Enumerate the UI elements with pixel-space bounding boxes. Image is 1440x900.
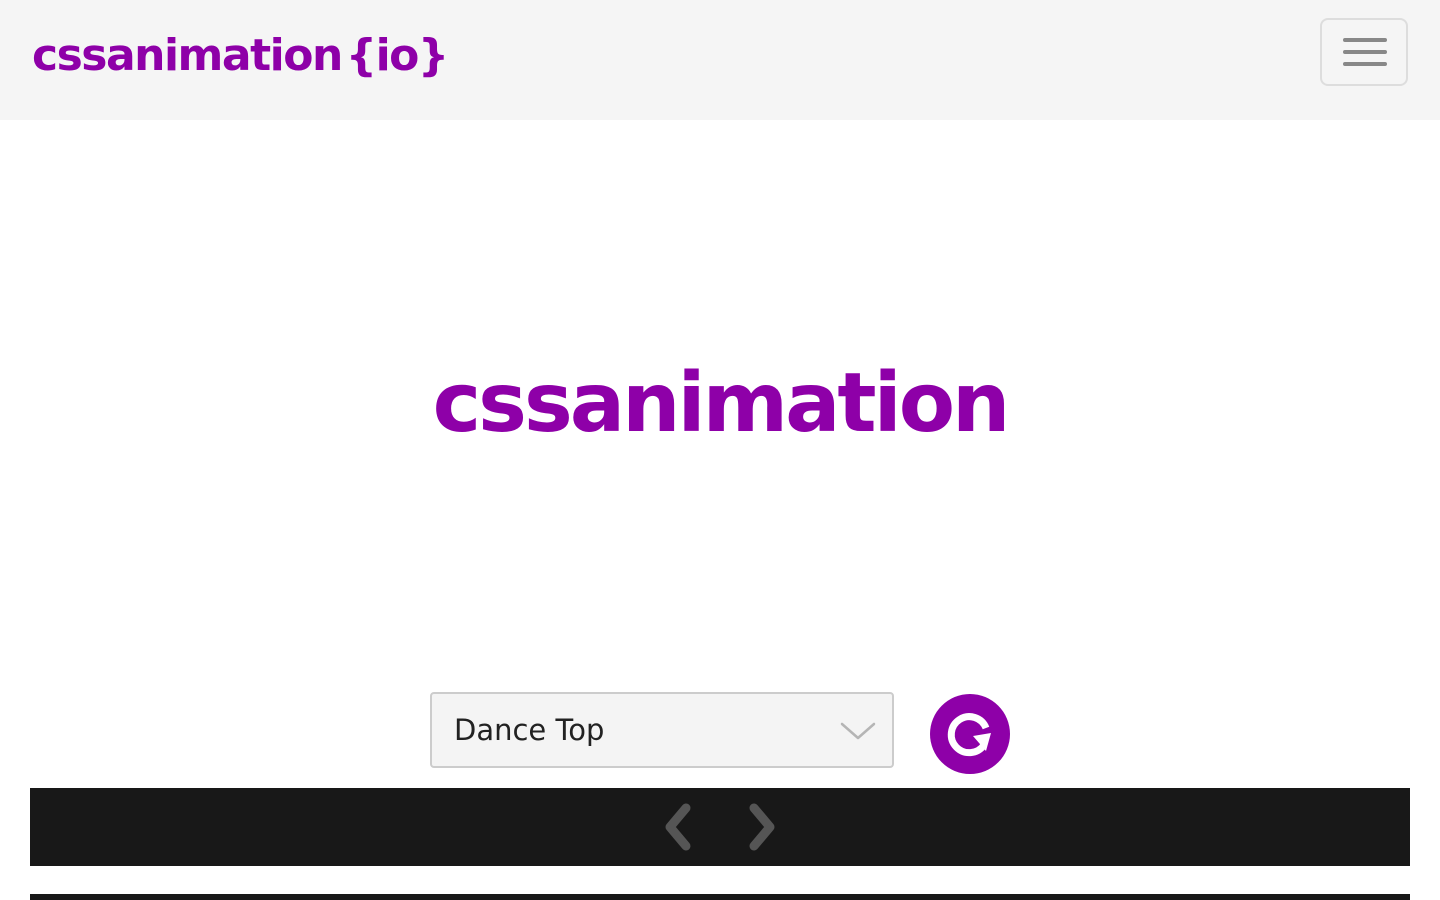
chevron-down-icon (840, 722, 876, 740)
hamburger-icon-bar (1343, 50, 1387, 54)
replay-icon (947, 713, 991, 757)
animated-title: cssanimation (432, 356, 1011, 451)
replay-button[interactable] (930, 694, 1010, 774)
content-divider (30, 894, 1410, 900)
previous-button[interactable] (658, 800, 698, 854)
animation-controls: Dance Top (430, 692, 1030, 774)
brand-logo[interactable]: cssanimation{io} (32, 24, 449, 88)
menu-toggle-button[interactable] (1320, 18, 1408, 86)
navbar: cssanimation{io} (0, 0, 1440, 120)
hamburger-icon (1343, 38, 1387, 42)
chevron-right-icon (749, 803, 775, 851)
brand-suffix: {io} (345, 30, 449, 81)
animation-stage: cssanimation (0, 120, 1440, 680)
brand-name: cssanimation (32, 30, 343, 81)
hamburger-icon-bar (1343, 62, 1387, 66)
animation-nav-strip (30, 788, 1410, 866)
chevron-left-icon (665, 803, 691, 851)
animation-select[interactable]: Dance Top (430, 692, 894, 768)
next-button[interactable] (742, 800, 782, 854)
animation-select-value: Dance Top (454, 713, 605, 747)
